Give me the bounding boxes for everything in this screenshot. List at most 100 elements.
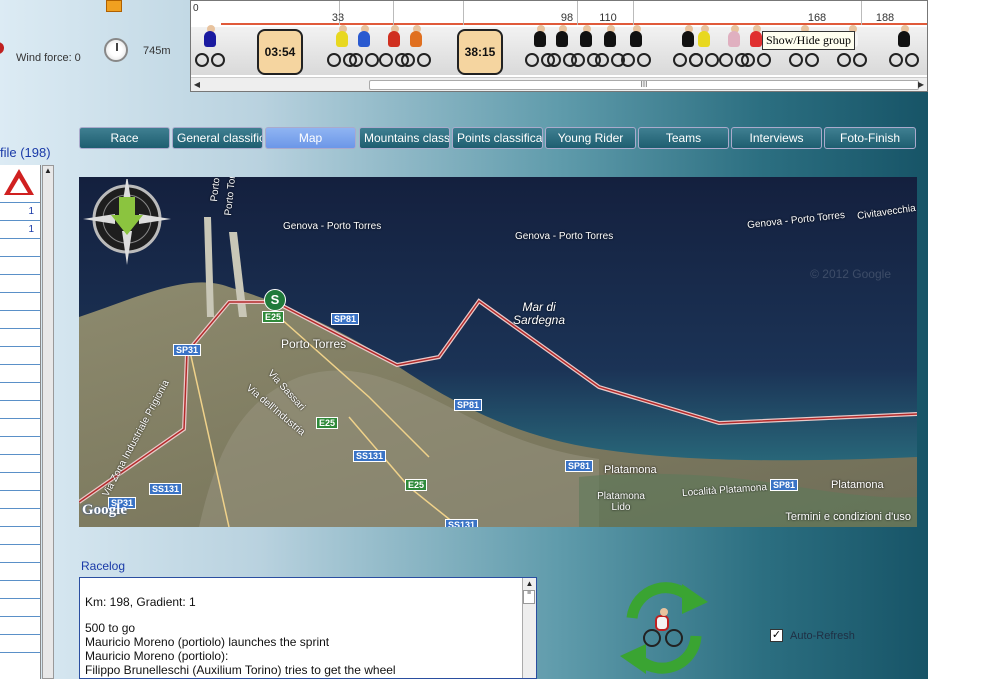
blank-margin [928,0,989,679]
tab-interviews[interactable]: Interviews [731,127,822,149]
profile-row [0,455,40,473]
auto-refresh-control[interactable]: ✓ Auto-Refresh [770,629,855,642]
route-map[interactable]: N W Genova - Porto Torres Genova - Porto… [79,177,917,527]
tab-points-classification[interactable]: Points classification [452,127,543,149]
profile-row [0,437,40,455]
racelog-box[interactable]: Km: 198, Gradient: 1 500 to go Mauricio Mo… [79,577,537,679]
scroll-up-arrow-icon[interactable]: ▲ [523,578,536,590]
tab-foto-finish[interactable]: Foto-Finish [824,127,916,149]
rider-icon[interactable] [595,25,625,73]
warning-triangle-inner [10,178,28,193]
google-logo[interactable]: Google [82,502,127,519]
racelog-line: Mauricio Moreno (portiolo) launches the … [85,635,330,649]
km-label: 188 [875,12,895,24]
profile-row [0,329,40,347]
scroll-up-arrow-icon[interactable]: ▲ [43,166,53,175]
tab-general-classification[interactable]: General classification [172,127,263,149]
km-gridline [861,1,862,25]
racelog-title: Racelog [81,559,126,573]
profile-row [0,293,40,311]
road-badge: SS131 [149,483,183,495]
scroll-thumb[interactable]: III [369,80,919,90]
tab-race[interactable]: Race [79,127,170,149]
rider-icon[interactable] [621,25,651,73]
racelog-line: Km: 198, Gradient: 1 [85,595,196,609]
profile-row: 1 [0,221,40,239]
profile-row [0,563,40,581]
profile-row [0,401,40,419]
compass-rose-icon[interactable] [83,177,179,277]
profile-row [0,275,40,293]
racelog-scrollbar[interactable]: ▲ ≡ [522,578,536,678]
map-terrain [79,177,917,527]
profile-row [0,509,40,527]
km-label: 98 [560,12,574,24]
time-gap-badge[interactable]: 03:54 [257,29,303,75]
profile-row [0,365,40,383]
road-badge: SP31 [173,344,202,356]
town-label: Platamona [604,464,657,476]
race-strip: 0 33 98 110 168 188 03:54 38:15 Show/Hid… [190,0,928,92]
profile-row [0,581,40,599]
profile-row [0,545,40,563]
racelog-line [85,609,520,621]
km-zero-label: 0 [193,3,199,14]
ferry-route-label: Genova - Porto Torres [515,231,614,242]
tab-teams[interactable]: Teams [638,127,729,149]
scroll-thumb[interactable]: ≡ [523,590,535,604]
map-watermark: © 2012 Google [810,267,891,281]
rider-icon[interactable] [571,25,601,73]
profile-row [0,527,40,545]
profile-row [0,347,40,365]
profile-vertical-scrollbar[interactable]: ▲ [42,165,54,679]
map-terms-link[interactable]: Termini e condizioni d'uso [785,511,911,523]
profile-title: file (198) [0,145,51,160]
road-badge: E25 [405,479,428,491]
strip-horizontal-scrollbar[interactable]: ◀ III ▶ [191,77,927,91]
rider-icon[interactable] [547,25,577,73]
rider-icon[interactable] [401,25,431,73]
racelog-line: Mauricio Moreno (portiolo): [85,649,229,663]
refresh-cyclist-icon[interactable] [612,578,716,678]
wind-indicator-icon [0,42,4,54]
road-badge: E25 [262,311,285,323]
start-marker[interactable]: S [264,289,286,311]
refresh-arrows-icon[interactable] [612,578,716,678]
sea-name-label: Mar di Sardegna [512,300,566,327]
altitude-value: 745m [143,45,171,57]
rider-icon[interactable] [689,25,719,73]
wind-force-label: Wind force: 0 [16,52,81,64]
scroll-right-arrow-icon[interactable]: ▶ [916,79,926,91]
altitude-gauge-icon [104,38,128,62]
racelog-line: Filippo Brunelleschi (Auxilium Torino) t… [85,663,396,677]
town-label: Platamona [831,479,884,491]
profile-table: 11 [0,165,41,679]
profile-row [0,257,40,275]
tab-mountains-classification[interactable]: Mountains classification [359,127,450,149]
km-label: 168 [807,12,827,24]
alarm-icon [106,0,122,12]
profile-row [0,635,40,653]
tab-map[interactable]: Map [265,127,356,149]
road-badge: SP81 [770,479,799,491]
profile-row [0,473,40,491]
road-badge: E25 [316,417,339,429]
km-label: 110 [599,12,617,24]
road-badge: SP81 [454,399,483,411]
km-gridline [463,1,464,25]
profile-row [0,617,40,635]
race-app: Wind force: 0 745m 0 33 98 110 168 188 0… [0,0,928,679]
compass-pan-control[interactable]: N W [83,177,179,277]
km-gridline [633,1,634,25]
profile-row [0,419,40,437]
scroll-left-arrow-icon[interactable]: ◀ [192,79,202,91]
tab-young-rider[interactable]: Young Rider [545,127,636,149]
rider-icon[interactable] [889,25,919,73]
rider-icon[interactable] [349,25,379,73]
profile-row [0,239,40,257]
time-gap-badge[interactable]: 38:15 [457,29,503,75]
profile-row [0,599,40,617]
auto-refresh-checkbox[interactable]: ✓ [770,629,783,642]
rider-icon[interactable] [195,25,225,73]
show-hide-group-tooltip: Show/Hide group [762,31,855,50]
